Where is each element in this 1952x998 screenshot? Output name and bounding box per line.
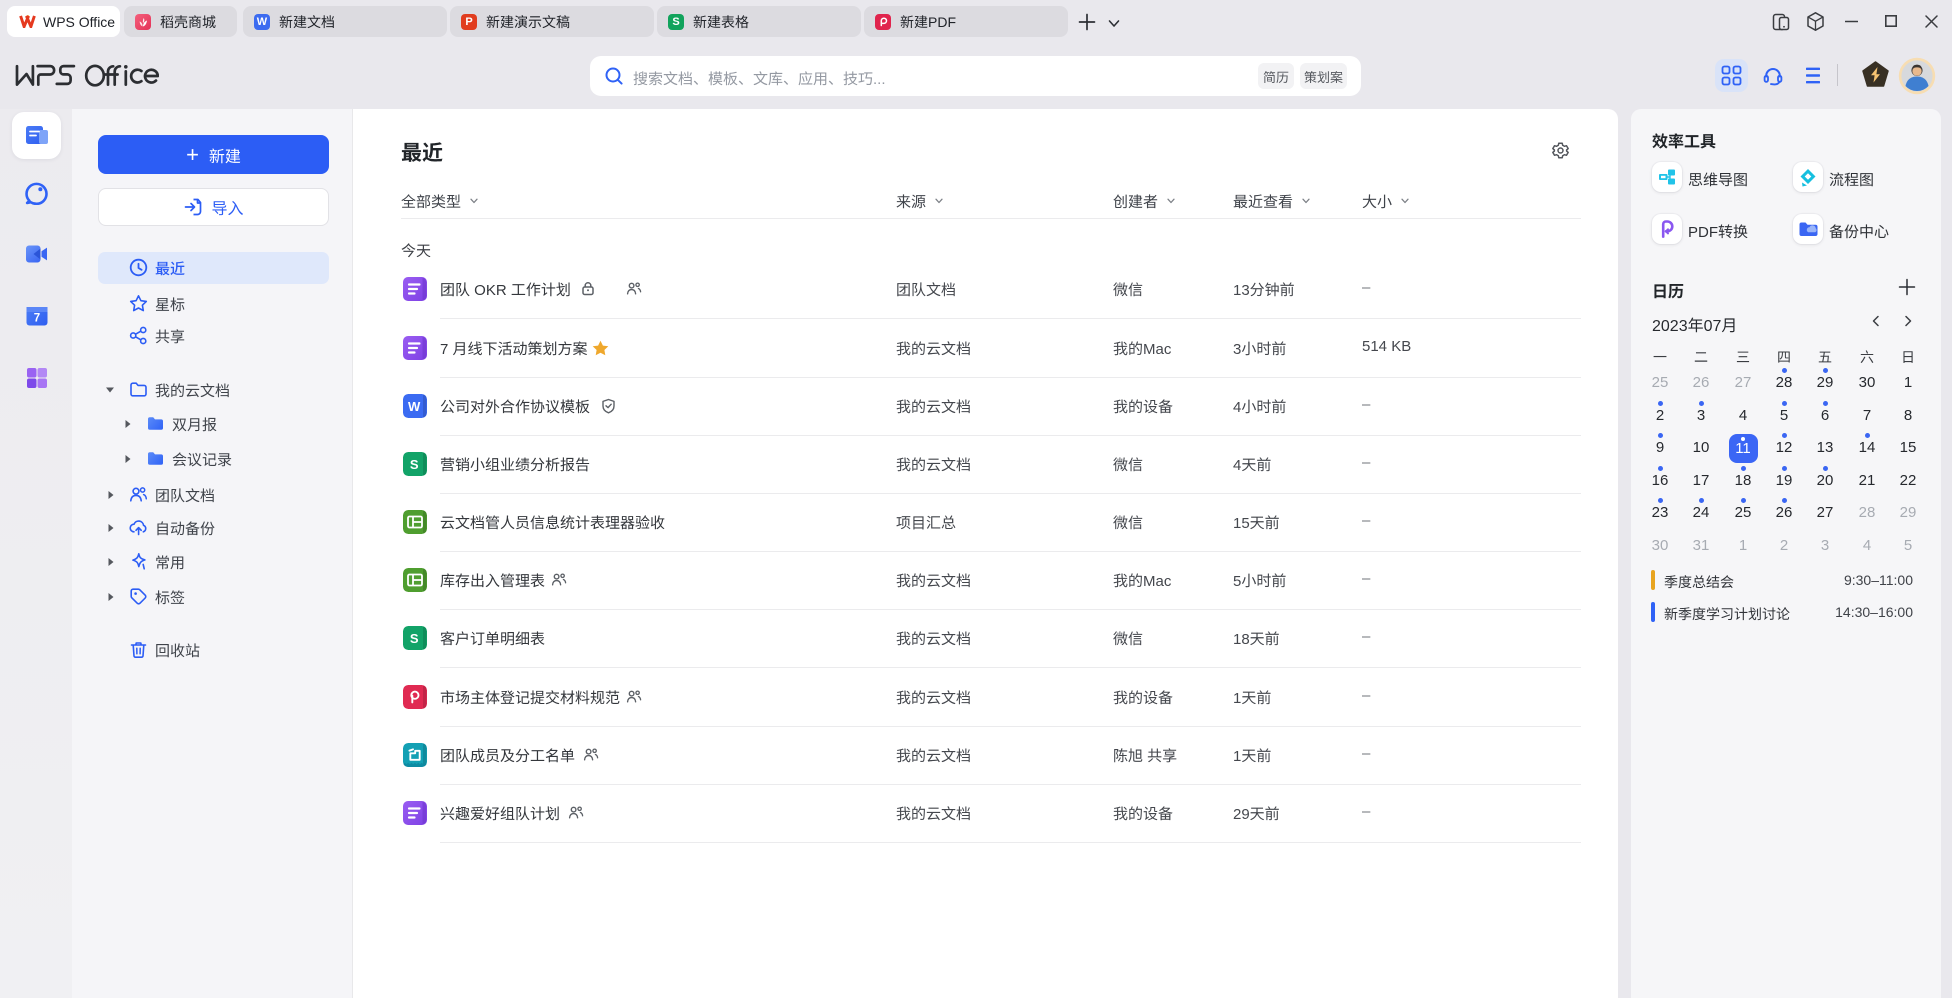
svg-text:S: S — [410, 457, 419, 472]
svg-text:S: S — [410, 631, 419, 646]
svg-text:W: W — [408, 399, 421, 414]
svg-text:7: 7 — [34, 313, 40, 325]
